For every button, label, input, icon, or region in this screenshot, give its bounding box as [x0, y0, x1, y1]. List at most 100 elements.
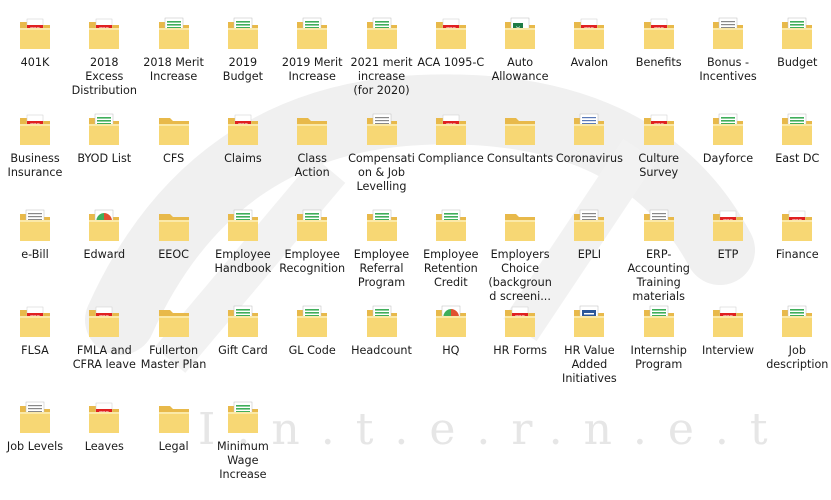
folder-item-finance[interactable]: PDF Finance	[763, 192, 831, 282]
folder-item-employee-handbook[interactable]: Employee Handbook	[209, 192, 277, 282]
folder-label: 2019 Budget	[222, 56, 264, 83]
folder-item-eeoc[interactable]: EEOC	[140, 192, 208, 282]
folder-label: Bonus - Incentives	[699, 56, 757, 83]
folder-item-byod-list[interactable]: BYOD List	[70, 96, 138, 186]
folder-label: Gift Card	[218, 344, 268, 357]
folder-item-internship-program[interactable]: Internship Program	[625, 288, 693, 378]
folder-label: e-Bill	[21, 248, 49, 261]
folder-label: Class Action	[294, 152, 330, 179]
folder-icon: PDF	[642, 96, 676, 148]
folder-label: Leaves	[84, 440, 124, 453]
folder-item-2019-merit-increase[interactable]: 2019 Merit Increase	[278, 0, 346, 90]
folder-item-edward[interactable]: Edward	[70, 192, 138, 282]
folder-item-fmla-and-cfra-leave[interactable]: PDF FMLA and CFRA leave	[70, 288, 138, 378]
folder-item-employee-retention-credit[interactable]: Employee Retention Credit	[417, 192, 485, 289]
folder-item-east-dc[interactable]: East DC	[763, 96, 831, 186]
folder-item-budget[interactable]: Budget	[763, 0, 831, 90]
folder-icon	[18, 192, 52, 244]
folder-item-claims[interactable]: PDF Claims	[209, 96, 277, 186]
folder-item-employee-recognition[interactable]: Employee Recognition	[278, 192, 346, 282]
folder-item-hr-value-added-initiatives[interactable]: HR Value Added Initiatives	[555, 288, 623, 385]
folder-item-legal[interactable]: Legal	[140, 384, 208, 474]
folder-label: 2018 Merit Increase	[143, 56, 204, 83]
folder-label: CFS	[163, 152, 185, 165]
folder-label: Avalon	[570, 56, 609, 69]
folder-item-2021-merit-increase-for-2020[interactable]: 2021 merit increase (for 2020)	[348, 0, 416, 97]
folder-label: Benefits	[635, 56, 682, 69]
folder-icon	[503, 96, 537, 148]
folder-item-401k[interactable]: PDF 401K	[1, 0, 69, 90]
folder-item-job-description[interactable]: Job description	[763, 288, 831, 378]
folder-item-employee-referral-program[interactable]: Employee Referral Program	[348, 192, 416, 289]
folder-icon	[711, 0, 745, 52]
folder-item-compensation-job-levelling[interactable]: Compensation & Job Levelling	[348, 96, 416, 193]
folder-item-class-action[interactable]: Class Action	[278, 96, 346, 186]
folder-icon	[157, 192, 191, 244]
folder-icon	[295, 192, 329, 244]
folder-item-2018-merit-increase[interactable]: 2018 Merit Increase	[140, 0, 208, 90]
folder-label: Compliance	[417, 152, 484, 165]
folder-item-aca-1095-c[interactable]: PDF ACA 1095-C	[417, 0, 485, 90]
folder-label: Employee Handbook	[214, 248, 272, 275]
folder-item-cfs[interactable]: CFS	[140, 96, 208, 186]
folder-label: 401K	[20, 56, 50, 69]
folder-icon	[365, 288, 399, 340]
folder-item-gl-code[interactable]: GL Code	[278, 288, 346, 378]
folder-item-2019-budget[interactable]: 2019 Budget	[209, 0, 277, 90]
folder-icon	[572, 288, 606, 340]
folder-icon: PDF	[503, 288, 537, 340]
folder-item-business-insurance[interactable]: PDF Business Insurance	[1, 96, 69, 186]
folder-item-job-levels[interactable]: Job Levels	[1, 384, 69, 474]
folder-item-flsa[interactable]: PDF FLSA	[1, 288, 69, 378]
folder-label: ACA 1095-C	[417, 56, 485, 69]
folder-item-leaves[interactable]: PDF Leaves	[70, 384, 138, 474]
folder-label: 2018 Excess Distribution	[71, 56, 137, 97]
folder-label: EEOC	[158, 248, 189, 261]
file-explorer-grid: PDF 401K PDF 2018 Excess Distribution2018 M…	[0, 0, 831, 500]
folder-label: FLSA	[21, 344, 49, 357]
folder-item-avalon[interactable]: PDF Avalon	[555, 0, 623, 90]
folder-icon	[226, 288, 260, 340]
folder-item-e-bill[interactable]: e-Bill	[1, 192, 69, 282]
folder-item-minimum-wage-increase[interactable]: Minimum Wage Increase	[209, 384, 277, 481]
folder-label: HR Forms	[493, 344, 547, 357]
folder-item-auto-allowance[interactable]: x Auto Allowance	[486, 0, 554, 90]
folder-item-erp-accounting-training-materials[interactable]: ERP-Accounting Training materials	[625, 192, 693, 303]
folder-item-coronavirus[interactable]: Coronavirus	[555, 96, 623, 186]
folder-item-bonus-incentives[interactable]: Bonus - Incentives	[694, 0, 762, 90]
folder-label: East DC	[775, 152, 820, 165]
folder-icon	[365, 192, 399, 244]
folder-item-benefits[interactable]: PDF Benefits	[625, 0, 693, 90]
folder-label: Coronavirus	[555, 152, 623, 165]
folder-label: Interview	[701, 344, 755, 357]
folder-label: EPLI	[577, 248, 602, 261]
folder-item-culture-survey[interactable]: PDF Culture Survey	[625, 96, 693, 186]
folder-item-2018-excess-distribution[interactable]: PDF 2018 Excess Distribution	[70, 0, 138, 97]
folder-item-headcount[interactable]: Headcount	[348, 288, 416, 378]
folder-label: Employee Retention Credit	[423, 248, 479, 289]
folder-icon	[365, 0, 399, 52]
folder-icon	[226, 384, 260, 436]
folder-icon	[226, 0, 260, 52]
folder-icon	[711, 96, 745, 148]
folder-icon: PDF	[711, 288, 745, 340]
folder-icon	[157, 288, 191, 340]
folder-item-etp[interactable]: PDF ETP	[694, 192, 762, 282]
folder-label: Fullerton Master Plan	[140, 344, 207, 371]
folder-item-fullerton-master-plan[interactable]: Fullerton Master Plan	[140, 288, 208, 378]
folder-item-hr-forms[interactable]: PDF HR Forms	[486, 288, 554, 378]
folder-item-compliance[interactable]: PDF Compliance	[417, 96, 485, 186]
folder-item-gift-card[interactable]: Gift Card	[209, 288, 277, 378]
folder-label: Legal	[158, 440, 189, 453]
folder-item-dayforce[interactable]: Dayforce	[694, 96, 762, 186]
folder-label: Culture Survey	[638, 152, 680, 179]
folder-label: BYOD List	[77, 152, 132, 165]
folder-item-employers-choice-background-screeni[interactable]: Employers Choice (background screeni...	[486, 192, 554, 303]
folder-item-interview[interactable]: PDF Interview	[694, 288, 762, 378]
folder-item-hq[interactable]: HQ	[417, 288, 485, 378]
folder-item-epli[interactable]: EPLI	[555, 192, 623, 282]
folder-icon	[503, 192, 537, 244]
folder-icon	[87, 96, 121, 148]
folder-item-consultants[interactable]: Consultants	[486, 96, 554, 186]
folder-label: Business Insurance	[7, 152, 63, 179]
